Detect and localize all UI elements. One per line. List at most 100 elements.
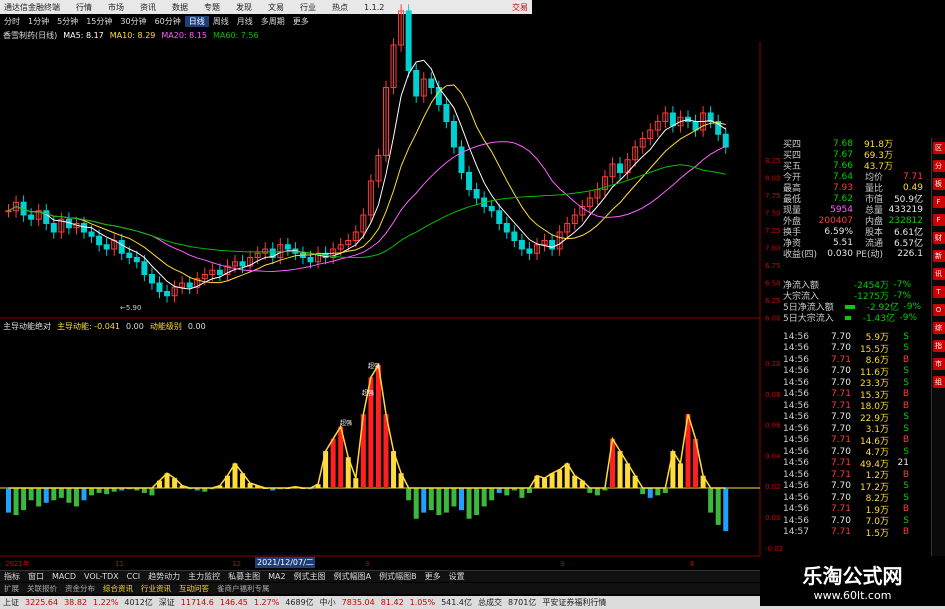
candle-body xyxy=(428,78,435,88)
tick-side: B xyxy=(902,389,909,400)
indicator-tab[interactable]: 例式幅图A xyxy=(330,571,375,582)
candle-body xyxy=(141,261,148,275)
side-tool-button[interactable]: T xyxy=(932,286,945,298)
tick-price: 7.71 xyxy=(830,504,851,515)
tick-row: 14:56 7.71 18.0万 B xyxy=(783,400,913,413)
extension-tab[interactable]: 关联报价 xyxy=(23,583,61,594)
bid-price: 7.68 xyxy=(832,138,853,149)
zx-pct: 1.05% xyxy=(409,598,436,607)
momentum-bar xyxy=(557,469,563,488)
tick-time: 14:56 xyxy=(783,412,809,423)
momentum-bar xyxy=(6,488,11,513)
side-tool-button[interactable]: 讯 xyxy=(932,268,945,280)
side-tool-button[interactable]: 区 xyxy=(932,142,945,154)
candle-body xyxy=(148,274,155,284)
price-axis-label: 7.75 xyxy=(765,192,781,200)
stat-value: 5954 xyxy=(830,204,853,215)
candle-body xyxy=(28,214,35,220)
indicator-tab[interactable]: VOL-TDX xyxy=(80,572,123,581)
tick-price: 7.71 xyxy=(830,469,851,480)
flow-value: -1.43亿 xyxy=(862,314,895,324)
tick-time: 14:57 xyxy=(783,527,809,538)
momentum-bar xyxy=(73,488,79,507)
tick-price: 7.71 xyxy=(830,354,851,365)
momentum-bar xyxy=(466,488,472,519)
candle-body xyxy=(473,189,480,199)
tick-row: 14:56 7.70 23.3万 S xyxy=(783,377,913,390)
extension-tab[interactable]: 综合资讯 xyxy=(99,583,137,594)
candle-body xyxy=(133,257,140,263)
indicator-tab[interactable]: CCI xyxy=(123,572,145,581)
momentum-bar xyxy=(51,488,57,501)
tick-side: S xyxy=(903,377,909,388)
quote-panel: 买四 7.68 91.8万 买四 7.67 69.3万 买五 7.66 43.7万 今开 7.64 均… xyxy=(783,138,931,261)
indicator-tab[interactable]: 主力监控 xyxy=(184,571,224,582)
tick-price: 7.71 xyxy=(830,458,851,469)
extension-tab[interactable]: 扩展 xyxy=(0,583,23,594)
side-tool-button[interactable]: 新 xyxy=(932,250,945,262)
momentum-bar xyxy=(617,451,623,488)
tick-price: 7.71 xyxy=(830,435,851,446)
side-tool-button[interactable]: 分 xyxy=(932,160,945,172)
candle-body xyxy=(503,223,510,233)
candle-body xyxy=(496,210,503,224)
tick-price: 7.70 xyxy=(830,423,851,434)
momentum-bar xyxy=(594,488,600,496)
side-tool-button[interactable]: O xyxy=(932,304,945,316)
candle-body xyxy=(518,240,525,250)
side-tool-button[interactable]: 财 xyxy=(932,232,945,244)
tick-time: 14:56 xyxy=(783,366,809,377)
indicator-tab[interactable]: 例式主图 xyxy=(290,571,330,582)
candle-body xyxy=(164,291,171,297)
tick-side: B xyxy=(902,400,909,411)
extension-tab[interactable]: 行业资讯 xyxy=(137,583,175,594)
stat-value: 0.49 xyxy=(902,182,923,193)
tick-list[interactable]: 14:56 7.70 5.9万 S 14:56 7.70 15.5万 S 14:56 7.71 8.… xyxy=(783,331,913,539)
kline-chart[interactable]: 8.25 8.00 7.75 7.50 7.25 7.00 6.75 6.50 6.25 6.00… xyxy=(0,0,783,570)
sh-index: 3225.64 xyxy=(25,598,59,607)
momentum-bar xyxy=(677,463,683,488)
flow-pct: -7% xyxy=(893,290,911,301)
sh-change: 38.82 xyxy=(64,598,87,607)
broker-link[interactable]: 平安证券福利行情 xyxy=(539,597,609,608)
tick-price: 7.71 xyxy=(830,389,851,400)
side-tool-button[interactable]: 指 xyxy=(932,340,945,352)
momentum-bar xyxy=(715,488,721,525)
date-axis-label: 2021年 xyxy=(5,559,30,568)
side-tool-button[interactable]: F xyxy=(932,196,945,208)
candle-body xyxy=(186,282,193,288)
side-tool-button[interactable]: 综 xyxy=(932,322,945,334)
indicator-tab[interactable]: 设置 xyxy=(445,571,469,582)
side-tool-button[interactable]: F xyxy=(932,214,945,226)
indicator-tab[interactable]: 私募主图 xyxy=(224,571,264,582)
indicator-axis-label: 0.04 xyxy=(765,452,781,460)
indicator-tab[interactable]: 趋势动力 xyxy=(144,571,184,582)
stat-value: 7.71 xyxy=(902,171,923,182)
side-tool-button[interactable]: 组 xyxy=(932,376,945,388)
tick-side: S xyxy=(903,481,909,492)
tick-price: 7.71 xyxy=(830,400,851,411)
candle-body xyxy=(5,210,12,213)
side-tool-button[interactable]: 市 xyxy=(932,358,945,370)
zx-change: 81.42 xyxy=(380,598,404,607)
tick-side: S xyxy=(903,446,909,457)
indicator-tab[interactable]: MA2 xyxy=(264,572,289,581)
indicator-tab[interactable]: 例式幅图B xyxy=(375,571,421,582)
capital-flow-panel: 净流入额 -2454万 -7% 大宗流入 -1275万 -7% 5日净流入额 -2.92亿 -9… xyxy=(783,279,931,325)
tick-row: 14:56 7.71 49.4万 21 xyxy=(783,458,913,470)
indicator-tab[interactable]: 窗口 xyxy=(24,571,48,582)
tick-time: 14:56 xyxy=(783,331,809,342)
indicator-tab[interactable]: 更多 xyxy=(421,571,445,582)
extension-tab[interactable]: 雀商户福利专属 xyxy=(213,583,274,594)
logo-url: www.60lt.com xyxy=(813,589,892,602)
indicator-tab[interactable]: 指标 xyxy=(0,571,24,582)
momentum-bar xyxy=(519,488,525,498)
price-axis-label: 6.75 xyxy=(765,262,781,270)
extension-tab[interactable]: 互动问答 xyxy=(175,583,213,594)
indicator-tab[interactable]: MACD xyxy=(48,572,80,581)
momentum-bar xyxy=(13,488,19,516)
indicator-value: 主导动能: -0.041 xyxy=(57,321,121,331)
momentum-bar xyxy=(36,488,42,507)
side-tool-button[interactable]: 板 xyxy=(932,178,945,190)
extension-tab[interactable]: 资金分布 xyxy=(61,583,99,594)
